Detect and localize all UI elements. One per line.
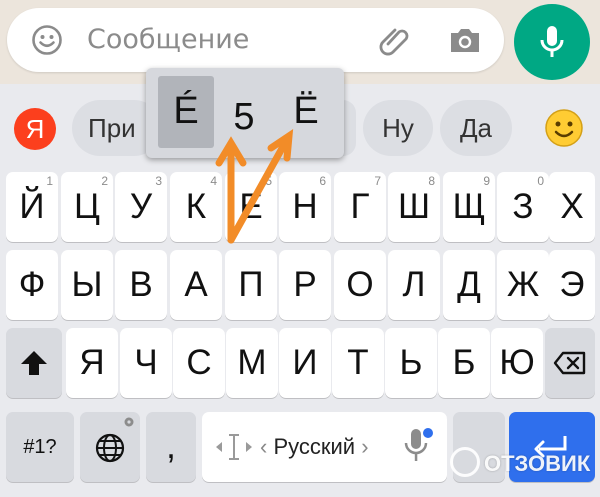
- annotation-arrows: [215, 129, 294, 244]
- watermark-logo-icon: [450, 447, 480, 478]
- watermark: ОТЗОВИК: [450, 442, 590, 486]
